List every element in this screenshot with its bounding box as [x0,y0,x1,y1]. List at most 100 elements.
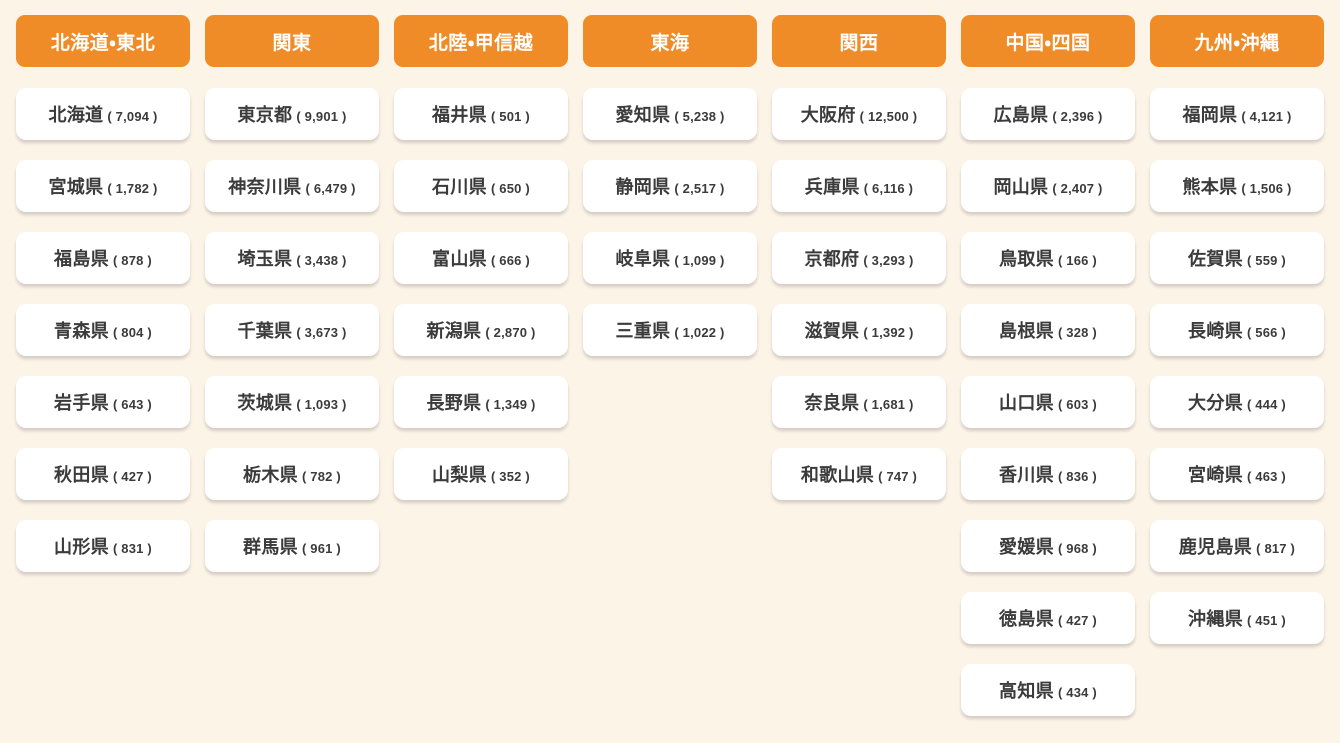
prefecture-card-content: 滋賀県( 1,392 ) [804,317,913,343]
prefecture-name: 長崎県 [1188,321,1243,341]
region-header[interactable]: 関西 [772,15,946,67]
prefecture-card[interactable]: 島根県( 328 ) [961,304,1135,356]
prefecture-card[interactable]: 千葉県( 3,673 ) [205,304,379,356]
prefecture-card-content: 岐阜県( 1,099 ) [615,245,724,271]
region-header[interactable]: 関東 [205,15,379,67]
prefecture-card[interactable]: 埼玉県( 3,438 ) [205,232,379,284]
prefecture-count: ( 968 ) [1057,541,1097,556]
prefecture-card[interactable]: 佐賀県( 559 ) [1150,232,1324,284]
prefecture-card[interactable]: 岐阜県( 1,099 ) [583,232,757,284]
prefecture-card[interactable]: 京都府( 3,293 ) [772,232,946,284]
prefecture-card-content: 山梨県( 352 ) [432,461,530,487]
prefecture-count: ( 1,782 ) [107,181,158,196]
prefecture-card[interactable]: 愛知県( 5,238 ) [583,88,757,140]
prefecture-card[interactable]: 滋賀県( 1,392 ) [772,304,946,356]
prefecture-count: ( 328 ) [1057,325,1097,340]
prefecture-count: ( 6,479 ) [305,181,356,196]
region-column: 関東東京都( 9,901 ) 神奈川県( 6,479 ) 埼玉県( 3,438 ) 千… [205,15,379,592]
prefecture-card[interactable]: 新潟県( 2,870 ) [394,304,568,356]
prefecture-card[interactable]: 宮城県( 1,782 ) [16,160,190,212]
prefecture-card[interactable]: 香川県( 836 ) [961,448,1135,500]
prefecture-card[interactable]: 奈良県( 1,681 ) [772,376,946,428]
prefecture-card[interactable]: 山梨県( 352 ) [394,448,568,500]
prefecture-count: ( 9,901 ) [296,109,347,124]
prefecture-card[interactable]: 秋田県( 427 ) [16,448,190,500]
region-grid: 北海道・東北北海道( 7,094 ) 宮城県( 1,782 ) 福島県( 878 )… [0,0,1340,736]
prefecture-name: 和歌山県 [800,465,875,485]
prefecture-card[interactable]: 石川県( 650 ) [394,160,568,212]
prefecture-card-content: 石川県( 650 ) [432,173,530,199]
prefecture-card[interactable]: 長野県( 1,349 ) [394,376,568,428]
prefecture-count: ( 831 ) [112,541,152,556]
prefecture-count: ( 4,121 ) [1241,109,1292,124]
prefecture-card[interactable]: 愛媛県( 968 ) [961,520,1135,572]
prefecture-card-content: 福島県( 878 ) [54,245,152,271]
prefecture-card[interactable]: 広島県( 2,396 ) [961,88,1135,140]
region-column: 関西大阪府( 12,500 ) 兵庫県( 6,116 ) 京都府( 3,293 ) 滋… [772,15,946,520]
prefecture-card-content: 愛知県( 5,238 ) [615,101,724,127]
prefecture-card-content: 青森県( 804 ) [54,317,152,343]
prefecture-count: ( 1,099 ) [674,253,725,268]
region-header[interactable]: 東海 [583,15,757,67]
prefecture-card-content: 徳島県( 427 ) [999,605,1097,631]
prefecture-card[interactable]: 東京都( 9,901 ) [205,88,379,140]
prefecture-count: ( 7,094 ) [107,109,158,124]
prefecture-card[interactable]: 鳥取県( 166 ) [961,232,1135,284]
prefecture-card[interactable]: 山口県( 603 ) [961,376,1135,428]
prefecture-count: ( 451 ) [1246,613,1286,628]
prefecture-card[interactable]: 岩手県( 643 ) [16,376,190,428]
prefecture-name: 京都府 [804,249,860,269]
prefecture-card[interactable]: 大阪府( 12,500 ) [772,88,946,140]
prefecture-card[interactable]: 静岡県( 2,517 ) [583,160,757,212]
region-header[interactable]: 北陸・甲信越 [394,15,568,67]
prefecture-card[interactable]: 青森県( 804 ) [16,304,190,356]
prefecture-card[interactable]: 徳島県( 427 ) [961,592,1135,644]
prefecture-card[interactable]: 福井県( 501 ) [394,88,568,140]
prefecture-card-content: 香川県( 836 ) [999,461,1097,487]
region-header[interactable]: 中国・四国 [961,15,1135,67]
prefecture-card[interactable]: 福島県( 878 ) [16,232,190,284]
prefecture-card-content: 愛媛県( 968 ) [999,533,1097,559]
prefecture-card-content: 新潟県( 2,870 ) [426,317,535,343]
prefecture-card[interactable]: 山形県( 831 ) [16,520,190,572]
region-header[interactable]: 九州・沖縄 [1150,15,1324,67]
prefecture-card-content: 宮城県( 1,782 ) [48,173,157,199]
prefecture-card-content: 宮崎県( 463 ) [1188,461,1286,487]
prefecture-card[interactable]: 北海道( 7,094 ) [16,88,190,140]
prefecture-card[interactable]: 岡山県( 2,407 ) [961,160,1135,212]
prefecture-name: 千葉県 [237,321,293,341]
prefecture-card[interactable]: 宮崎県( 463 ) [1150,448,1324,500]
prefecture-card[interactable]: 鹿児島県( 817 ) [1150,520,1324,572]
prefecture-card[interactable]: 茨城県( 1,093 ) [205,376,379,428]
prefecture-count: ( 2,870 ) [485,325,536,340]
prefecture-card[interactable]: 富山県( 666 ) [394,232,568,284]
prefecture-card[interactable]: 大分県( 444 ) [1150,376,1324,428]
prefecture-count: ( 3,293 ) [863,253,914,268]
prefecture-card[interactable]: 長崎県( 566 ) [1150,304,1324,356]
prefecture-name: 新潟県 [426,321,482,341]
prefecture-card[interactable]: 沖縄県( 451 ) [1150,592,1324,644]
prefecture-card[interactable]: 和歌山県( 747 ) [772,448,946,500]
prefecture-count: ( 1,681 ) [863,397,914,412]
prefecture-card[interactable]: 栃木県( 782 ) [205,448,379,500]
prefecture-card[interactable]: 高知県( 434 ) [961,664,1135,716]
prefecture-card-content: 和歌山県( 747 ) [801,461,917,487]
prefecture-name: 秋田県 [54,465,109,485]
prefecture-name: 広島県 [993,105,1049,125]
prefecture-card[interactable]: 群馬県( 961 ) [205,520,379,572]
prefecture-card[interactable]: 兵庫県( 6,116 ) [772,160,946,212]
prefecture-card-content: 北海道( 7,094 ) [48,101,157,127]
prefecture-card[interactable]: 熊本県( 1,506 ) [1150,160,1324,212]
region-header[interactable]: 北海道・東北 [16,15,190,67]
prefecture-count: ( 650 ) [490,181,530,196]
prefecture-card[interactable]: 福岡県( 4,121 ) [1150,88,1324,140]
prefecture-card[interactable]: 三重県( 1,022 ) [583,304,757,356]
prefecture-card-content: 広島県( 2,396 ) [993,101,1102,127]
prefecture-card-content: 奈良県( 1,681 ) [804,389,913,415]
prefecture-card-content: 山口県( 603 ) [999,389,1097,415]
prefecture-card[interactable]: 神奈川県( 6,479 ) [205,160,379,212]
prefecture-count: ( 2,517 ) [674,181,725,196]
prefecture-card-content: 千葉県( 3,673 ) [237,317,346,343]
prefecture-name: 熊本県 [1182,177,1238,197]
prefecture-card-content: 富山県( 666 ) [432,245,530,271]
